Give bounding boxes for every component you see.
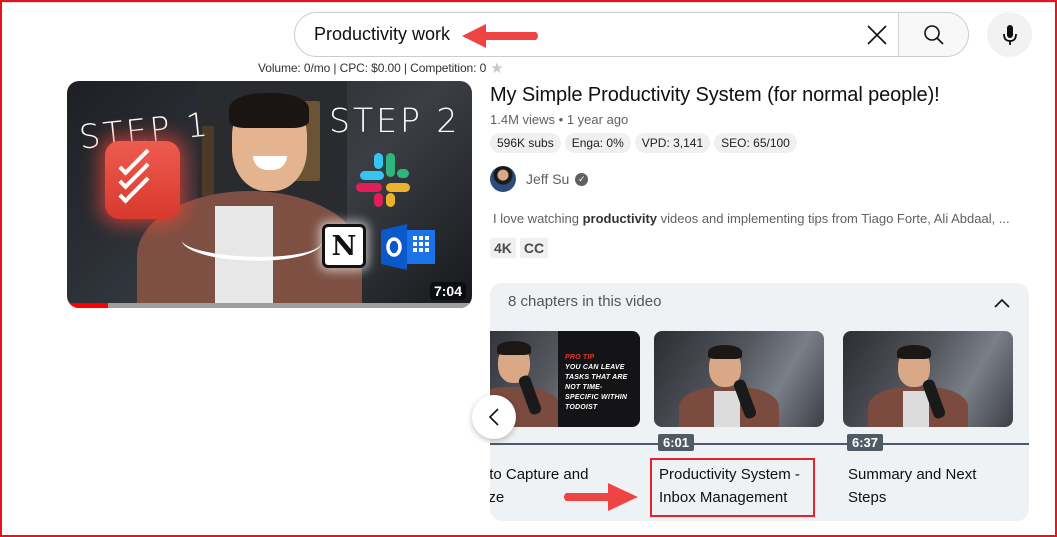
ct-shirt — [714, 391, 740, 427]
chapter-thumbnail[interactable] — [843, 331, 1013, 427]
chapter-thumb-text: PRO TIP YOU CAN LEAVE TASKS THAT ARE NOT… — [565, 353, 635, 413]
microphone-icon — [1002, 24, 1017, 45]
chevron-left-icon — [488, 408, 499, 426]
view-count: 1.4M views — [490, 112, 556, 127]
chevron-up-icon — [994, 298, 1010, 308]
close-icon — [867, 24, 887, 45]
annotation-arrow-right — [564, 483, 638, 511]
ct-shirt — [903, 391, 929, 427]
chapter-title[interactable]: Productivity System - Inbox Management — [659, 463, 834, 509]
chapter-title-line2: Inbox Management — [659, 489, 788, 506]
voice-search-button[interactable] — [987, 12, 1032, 57]
top-divider — [2, 2, 1055, 3]
ct-hair — [897, 345, 931, 359]
video-duration: 7:04 — [429, 282, 466, 300]
channel-link[interactable]: Jeff Su ✓ — [490, 166, 589, 192]
chapter-title[interactable]: Summary and Next Steps — [848, 463, 1023, 509]
chapter-timestamp: 6:01 — [658, 434, 695, 451]
description-text-after: videos and implementing tips from Tiago … — [657, 211, 1010, 226]
todoist-logo-icon — [105, 141, 180, 219]
badge-4k: 4K — [490, 238, 516, 258]
description-highlight: productivity — [582, 211, 658, 226]
chapter-title-line1: Summary and Next — [848, 466, 977, 483]
stat-chip-seo: SEO: 65/100 — [714, 133, 797, 153]
ct-hair — [497, 341, 531, 355]
video-thumbnail[interactable]: STEP 1 STEP 2 N 7:04 — [67, 81, 472, 308]
search-input[interactable] — [295, 13, 856, 56]
checkmark-icon: ✓ — [575, 172, 589, 186]
channel-avatar[interactable] — [490, 166, 516, 192]
chapter-thumbnail[interactable] — [654, 331, 824, 427]
video-stats: 596K subs Enga: 0% VPD: 3,141 SEO: 65/10… — [490, 133, 797, 153]
chapter-item[interactable]: 6:01 Productivity System - Inbox Managem… — [654, 331, 824, 506]
stat-chip-vpd: VPD: 3,141 — [634, 133, 711, 153]
video-title[interactable]: My Simple Productivity System (for norma… — [490, 84, 940, 107]
meta-separator: • — [558, 112, 564, 127]
chapters-header: 8 chapters in this video — [508, 293, 662, 310]
video-badges: 4K CC — [490, 238, 549, 258]
ct-hair — [708, 345, 742, 359]
description-text-before: I love watching — [493, 211, 583, 226]
search-icon — [923, 24, 944, 45]
thumb-step2-text: STEP 2 — [329, 101, 461, 140]
collapse-chapters-button[interactable] — [991, 293, 1013, 313]
thumb-hair — [229, 93, 309, 128]
watch-progress-bar — [67, 303, 472, 308]
search-bar — [294, 12, 969, 57]
channel-name[interactable]: Jeff Su — [526, 171, 569, 187]
chapter-timestamp: 6:37 — [847, 434, 884, 451]
slack-logo-icon — [352, 149, 412, 209]
keyword-stats-text: Volume: 0/mo | CPC: $0.00 | Competition:… — [258, 61, 487, 75]
outlook-logo-icon — [381, 224, 435, 270]
annotation-arrow-left — [462, 24, 538, 48]
chapter-item[interactable]: 6:37 Summary and Next Steps — [843, 331, 1013, 506]
thumb-tip-label: PRO TIP — [565, 354, 595, 361]
chapters-prev-button[interactable] — [472, 395, 516, 439]
video-description: I love watching productivity videos and … — [493, 211, 1010, 226]
star-icon[interactable]: ★ — [490, 59, 503, 77]
upload-age: 1 year ago — [566, 112, 629, 127]
chapter-title-line2: Steps — [848, 489, 887, 506]
thumb-tip-body: YOU CAN LEAVE TASKS THAT ARE NOT TIME-SP… — [565, 364, 628, 411]
badge-cc: CC — [519, 238, 549, 258]
video-meta: 1.4M views • 1 year ago — [490, 112, 628, 127]
stat-chip-engagement: Enga: 0% — [564, 133, 631, 153]
chapters-timeline — [490, 443, 1029, 445]
stat-chip-subs: 596K subs — [490, 133, 561, 153]
watch-progress-fill — [67, 303, 108, 308]
notion-logo-icon: N — [322, 224, 366, 268]
search-button[interactable] — [898, 13, 968, 56]
chapter-title-line1: Productivity System - — [659, 466, 800, 483]
clear-search-button[interactable] — [856, 13, 898, 56]
keyword-stats: Volume: 0/mo | CPC: $0.00 | Competition:… — [258, 59, 504, 77]
